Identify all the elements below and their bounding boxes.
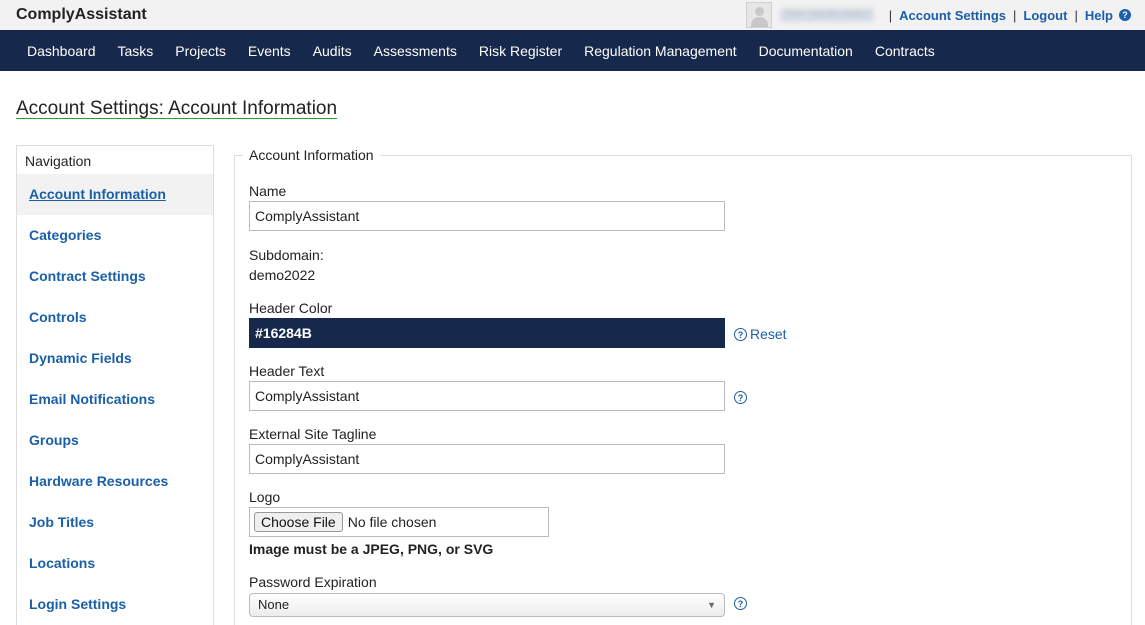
question-icon[interactable]: ? <box>734 597 747 610</box>
page-title: Account Settings: Account Information <box>16 98 338 119</box>
nav-item-dashboard[interactable]: Dashboard <box>16 43 107 59</box>
nav-item-documentation[interactable]: Documentation <box>748 43 864 59</box>
tagline-input[interactable] <box>249 444 725 474</box>
separator: | <box>1074 7 1078 23</box>
sidebar-item-controls[interactable]: Controls <box>17 297 213 338</box>
question-icon[interactable]: ? <box>734 328 747 341</box>
subdomain-label: Subdomain: <box>249 247 324 263</box>
subdomain-value: demo2022 <box>249 267 316 283</box>
sidebar-header: Navigation <box>25 153 92 169</box>
chevron-down-icon: ▼ <box>707 600 716 610</box>
account-settings-link[interactable]: Account Settings <box>899 8 1006 23</box>
sidebar-item-dynamic-fields[interactable]: Dynamic Fields <box>17 338 213 379</box>
header-text-input[interactable] <box>249 381 725 411</box>
avatar[interactable] <box>746 2 773 28</box>
logout-link[interactable]: Logout <box>1023 8 1067 23</box>
help-icon[interactable]: ? <box>1119 9 1131 21</box>
nav-item-risk-register[interactable]: Risk Register <box>468 43 573 59</box>
brand-name: ComplyAssistant <box>16 6 147 23</box>
sidebar-item-job-titles[interactable]: Job Titles <box>17 502 213 543</box>
sidebar-item-groups[interactable]: Groups <box>17 420 213 461</box>
help-link[interactable]: Help <box>1085 8 1113 23</box>
sidebar-item-hardware-resources[interactable]: Hardware Resources <box>17 461 213 502</box>
nav-item-assessments[interactable]: Assessments <box>363 43 468 59</box>
header-color-label: Header Color <box>249 300 333 316</box>
fieldset-legend: Account Information <box>243 147 380 163</box>
header-text-label: Header Text <box>249 363 325 379</box>
logo-label: Logo <box>249 489 281 505</box>
header-color-input[interactable] <box>249 318 725 348</box>
sidebar-item-categories[interactable]: Categories <box>17 215 213 256</box>
logo-file-input: Choose File No file chosen <box>249 507 549 537</box>
main-nav: Dashboard Tasks Projects Events Audits A… <box>0 30 1145 71</box>
nav-item-contracts[interactable]: Contracts <box>864 43 946 59</box>
top-bar: ComplyAssistant John Vandervalden | Acco… <box>0 0 1145 30</box>
nav-item-events[interactable]: Events <box>237 43 302 59</box>
choose-file-button[interactable]: Choose File <box>254 512 343 532</box>
nav-item-audits[interactable]: Audits <box>302 43 363 59</box>
separator: | <box>1013 7 1017 23</box>
sidebar-item-login-settings[interactable]: Login Settings <box>17 584 213 625</box>
name-label: Name <box>249 183 287 199</box>
reset-color-link[interactable]: Reset <box>750 326 787 342</box>
name-input[interactable] <box>249 201 725 231</box>
sidebar-item-email-notifications[interactable]: Email Notifications <box>17 379 213 420</box>
settings-sidebar: Navigation Account Information Categorie… <box>16 145 214 625</box>
logo-format-note: Image must be a JPEG, PNG, or SVG <box>249 541 494 557</box>
username: John Vandervalden <box>780 8 874 22</box>
separator: | <box>888 7 893 23</box>
question-icon[interactable]: ? <box>734 391 747 404</box>
password-expiration-select[interactable]: None ▼ <box>249 593 725 617</box>
nav-item-projects[interactable]: Projects <box>164 43 237 59</box>
sidebar-item-locations[interactable]: Locations <box>17 543 213 584</box>
tagline-label: External Site Tagline <box>249 426 377 442</box>
nav-item-tasks[interactable]: Tasks <box>107 43 165 59</box>
password-expiration-value: None <box>258 597 290 612</box>
user-area: John Vandervalden | Account Settings | L… <box>746 0 1131 30</box>
sidebar-item-account-information[interactable]: Account Information <box>17 174 213 215</box>
nav-item-regulation-management[interactable]: Regulation Management <box>573 43 748 59</box>
file-status: No file chosen <box>347 514 437 530</box>
password-expiration-label: Password Expiration <box>249 574 377 590</box>
sidebar-item-contract-settings[interactable]: Contract Settings <box>17 256 213 297</box>
